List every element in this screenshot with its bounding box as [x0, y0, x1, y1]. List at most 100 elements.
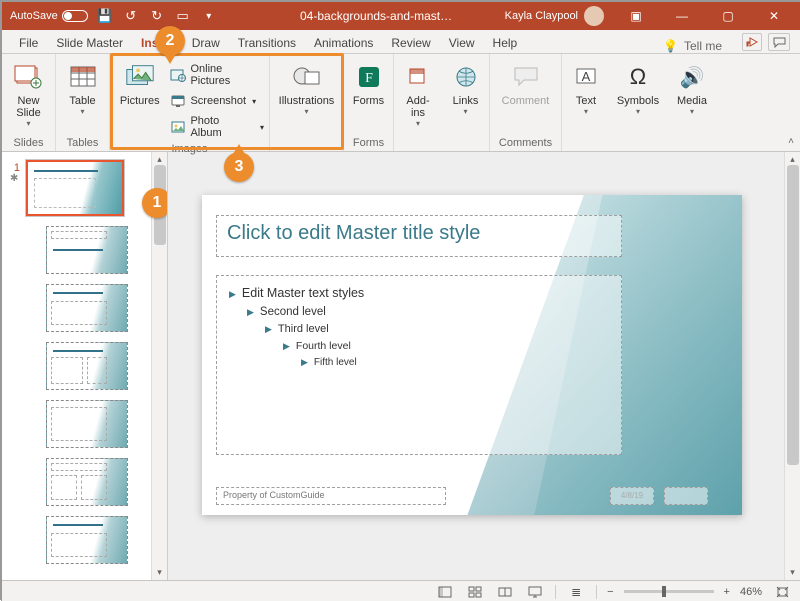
- group-label-comments: Comments: [495, 135, 556, 149]
- dropdown-icon: ▾: [584, 107, 588, 116]
- photo-album-button[interactable]: Photo Album▾: [170, 113, 264, 141]
- zoom-level[interactable]: 46%: [740, 586, 762, 598]
- undo-icon[interactable]: ↺: [122, 7, 140, 25]
- tab-view[interactable]: View: [440, 33, 484, 53]
- layout-thumbnail[interactable]: [46, 400, 128, 448]
- minimize-button[interactable]: ―: [660, 2, 704, 30]
- addins-icon: [402, 61, 434, 93]
- close-button[interactable]: ✕: [752, 2, 796, 30]
- tell-me-search[interactable]: 💡 Tell me: [663, 39, 722, 53]
- master-slide-thumbnail[interactable]: [26, 160, 124, 216]
- scroll-thumb[interactable]: [787, 165, 799, 465]
- title-placeholder[interactable]: Click to edit Master title style: [216, 215, 622, 257]
- tab-slide-master[interactable]: Slide Master: [47, 33, 132, 53]
- dropdown-icon: ▾: [690, 107, 694, 116]
- svg-text:F: F: [365, 71, 373, 86]
- redo-icon[interactable]: ↻: [148, 7, 166, 25]
- slide-canvas[interactable]: Click to edit Master title style Edit Ma…: [202, 195, 742, 515]
- layout-thumbnail[interactable]: [46, 284, 128, 332]
- online-pictures-icon: [170, 67, 186, 83]
- comments-pane-button[interactable]: [768, 33, 790, 51]
- fit-to-window-icon[interactable]: [772, 584, 792, 600]
- pictures-button[interactable]: Pictures: [115, 57, 164, 107]
- links-button[interactable]: Links ▾: [447, 57, 484, 116]
- dropdown-icon: ▾: [636, 107, 640, 116]
- toggle-off-icon: [62, 10, 88, 22]
- lightbulb-icon: 💡: [663, 39, 678, 53]
- zoom-in-icon[interactable]: +: [724, 586, 730, 598]
- tab-transitions[interactable]: Transitions: [229, 33, 305, 53]
- collapse-ribbon-icon[interactable]: ˄: [788, 136, 794, 147]
- avatar: [584, 6, 604, 26]
- group-label-tables: Tables: [61, 135, 104, 149]
- text-box-icon: A: [570, 61, 602, 93]
- zoom-out-icon[interactable]: −: [607, 586, 613, 598]
- zoom-slider[interactable]: [624, 590, 714, 593]
- dropdown-icon: ▾: [252, 97, 256, 106]
- table-button[interactable]: Table ▾: [61, 57, 104, 116]
- autosave-toggle[interactable]: AutoSave: [10, 10, 88, 22]
- media-icon: 🔊: [676, 61, 708, 93]
- screenshot-button[interactable]: Screenshot▾: [170, 91, 264, 111]
- normal-view-icon[interactable]: [435, 584, 455, 600]
- slide-sorter-icon[interactable]: [465, 584, 485, 600]
- bullet-level-2[interactable]: Second level: [229, 306, 609, 318]
- forms-button[interactable]: F Forms: [349, 57, 388, 107]
- group-label-slides: Slides: [7, 135, 50, 149]
- dropdown-icon: ▾: [416, 119, 420, 128]
- tab-file[interactable]: File: [10, 33, 47, 53]
- ribbon-display-options-icon[interactable]: ▣: [614, 2, 658, 30]
- slide-show-icon[interactable]: [525, 584, 545, 600]
- layout-thumbnail[interactable]: [46, 516, 128, 564]
- slide-editor: Click to edit Master title style Edit Ma…: [168, 152, 800, 580]
- reading-view-icon[interactable]: [495, 584, 515, 600]
- online-pictures-button[interactable]: Online Pictures: [170, 61, 264, 89]
- forms-icon: F: [353, 61, 385, 93]
- comment-button: Comment: [495, 57, 556, 107]
- new-slide-button[interactable]: New Slide ▾: [7, 57, 50, 128]
- pictures-icon: [124, 61, 156, 93]
- scroll-down-icon[interactable]: ▾: [157, 567, 162, 578]
- addins-button[interactable]: Add- ins ▾: [399, 57, 437, 128]
- editor-scrollbar[interactable]: ▴ ▾: [784, 152, 800, 580]
- tab-review[interactable]: Review: [382, 33, 439, 53]
- scroll-up-icon[interactable]: ▴: [790, 154, 795, 165]
- qat-customize-icon[interactable]: ▾: [200, 7, 218, 25]
- svg-text:A: A: [582, 69, 591, 84]
- start-from-beginning-icon[interactable]: ▭: [174, 7, 192, 25]
- save-icon[interactable]: 💾: [96, 7, 114, 25]
- group-label-forms: Forms: [349, 135, 388, 149]
- tab-draw[interactable]: Draw: [183, 33, 229, 53]
- slide-number-placeholder[interactable]: [664, 487, 708, 505]
- scroll-up-icon[interactable]: ▴: [157, 154, 162, 165]
- scroll-down-icon[interactable]: ▾: [790, 567, 795, 578]
- illustrations-button[interactable]: Illustrations ▾: [275, 57, 338, 116]
- tab-help[interactable]: Help: [484, 33, 527, 53]
- layout-thumbnail[interactable]: [46, 226, 128, 274]
- footer-placeholder[interactable]: Property of CustomGuide: [216, 487, 446, 505]
- text-button[interactable]: A Text▾: [567, 57, 605, 116]
- layout-thumbnail[interactable]: [46, 458, 128, 506]
- bullet-level-3[interactable]: Third level: [229, 323, 609, 335]
- shapes-icon: [291, 61, 323, 93]
- bullet-level-4[interactable]: Fourth level: [229, 340, 609, 352]
- photo-album-icon: [170, 119, 186, 135]
- share-button[interactable]: [742, 33, 762, 51]
- dropdown-icon: ▾: [26, 119, 30, 128]
- bullet-level-5[interactable]: Fifth level: [229, 357, 609, 368]
- date-placeholder[interactable]: 4/8/19: [610, 487, 654, 505]
- symbol-icon: Ω: [622, 61, 654, 93]
- content-placeholder[interactable]: Edit Master text styles Second level Thi…: [216, 275, 622, 455]
- layout-thumbnail[interactable]: [46, 342, 128, 390]
- notes-button[interactable]: ≣: [566, 584, 586, 600]
- ribbon: New Slide ▾ Slides Table ▾ Tables Pic: [2, 54, 800, 152]
- symbols-button[interactable]: Ω Symbols▾: [615, 57, 661, 116]
- callout-2: 2: [155, 26, 185, 56]
- bullet-level-1[interactable]: Edit Master text styles: [229, 286, 609, 300]
- user-account[interactable]: Kayla Claypool: [505, 6, 612, 26]
- media-button[interactable]: 🔊 Media▾: [671, 57, 713, 116]
- slide-number: 1: [10, 160, 20, 174]
- maximize-button[interactable]: ▢: [706, 2, 750, 30]
- dropdown-icon: ▾: [304, 107, 308, 116]
- tab-animations[interactable]: Animations: [305, 33, 382, 53]
